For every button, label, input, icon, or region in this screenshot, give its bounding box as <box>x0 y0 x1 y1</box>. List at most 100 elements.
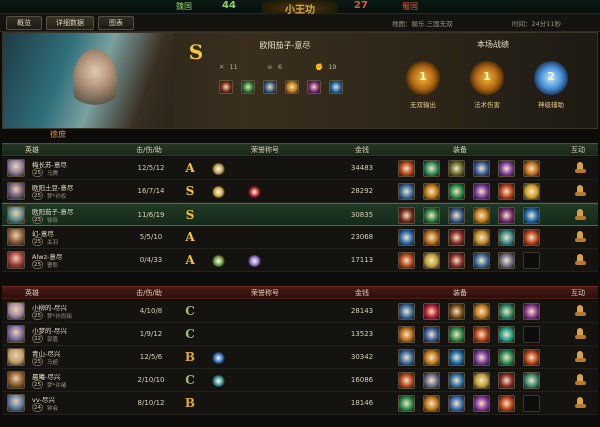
equipment-icon[interactable] <box>498 207 515 224</box>
equipment-icon[interactable] <box>448 326 465 343</box>
empty-slot[interactable] <box>523 252 540 269</box>
player-row[interactable]: 小梦的-尽兴 22 郭嘉 1/9/12 C 13523 <box>2 323 598 346</box>
equipment-icon[interactable] <box>398 207 415 224</box>
equipment-icon[interactable] <box>473 252 490 269</box>
equipment-icon[interactable] <box>219 80 233 94</box>
tab-overview[interactable]: 概览 <box>6 16 42 30</box>
thumbs-up-icon[interactable] <box>574 230 588 244</box>
thumbs-up-icon[interactable] <box>574 161 588 175</box>
equipment-icon[interactable] <box>498 326 515 343</box>
empty-slot[interactable] <box>523 395 540 412</box>
equipment-icon[interactable] <box>448 183 465 200</box>
equipment-icon[interactable] <box>398 326 415 343</box>
equipment-icon[interactable] <box>473 183 490 200</box>
thumbs-up-icon[interactable] <box>574 208 588 222</box>
col-gold: 金钱 <box>355 289 369 297</box>
equipment-icon[interactable] <box>448 252 465 269</box>
equipment-icon[interactable] <box>448 349 465 366</box>
thumbs-up-icon[interactable] <box>574 253 588 267</box>
equipment-icon[interactable] <box>498 349 515 366</box>
player-row[interactable]: 欧阳茄子-意尽 25 徐庶 11/6/19 S 30835 <box>2 203 598 226</box>
equipment-icon[interactable] <box>498 229 515 246</box>
thumbs-up-icon[interactable] <box>574 304 588 318</box>
thumbs-up-icon[interactable] <box>574 184 588 198</box>
equipment-icon[interactable] <box>423 229 440 246</box>
player-row[interactable]: 晨曦-尽兴 25 梦*许褚 2/10/10 C 16086 <box>2 369 598 392</box>
player-level: 25 <box>32 191 43 200</box>
equipment-icon[interactable] <box>473 326 490 343</box>
equipment-icon[interactable] <box>498 183 515 200</box>
equipment-icon[interactable] <box>523 160 540 177</box>
equipment-icon[interactable] <box>263 80 277 94</box>
equipment-icon[interactable] <box>473 372 490 389</box>
equipment-icon[interactable] <box>473 160 490 177</box>
equipment-icon[interactable] <box>423 395 440 412</box>
equipment-icon[interactable] <box>398 183 415 200</box>
thumbs-up-icon[interactable] <box>574 396 588 410</box>
equipment-icon[interactable] <box>398 372 415 389</box>
equipment-icon[interactable] <box>329 80 343 94</box>
equipment-icon[interactable] <box>448 229 465 246</box>
equipment-icon[interactable] <box>423 372 440 389</box>
player-row[interactable]: 梅长苏-意尽 25 马腾 12/5/12 A 34483 <box>2 157 598 180</box>
equipment-icon[interactable] <box>523 349 540 366</box>
thumbs-up-icon[interactable] <box>574 373 588 387</box>
equipment-icon[interactable] <box>398 252 415 269</box>
equipment-icon[interactable] <box>448 395 465 412</box>
equipment-icon[interactable] <box>423 349 440 366</box>
equipment-icon[interactable] <box>423 252 440 269</box>
equipment-icon[interactable] <box>448 372 465 389</box>
equipment-icon[interactable] <box>423 303 440 320</box>
equipment-icon[interactable] <box>423 207 440 224</box>
tab-detailed-data[interactable]: 详细数据 <box>46 16 94 30</box>
equipment-icon[interactable] <box>423 326 440 343</box>
equipment-icon[interactable] <box>473 395 490 412</box>
equipment-icon[interactable] <box>448 160 465 177</box>
player-row[interactable]: vv-尽兴 24 钟会 8/10/12 B 18146 <box>2 392 598 415</box>
equipment-icon[interactable] <box>473 207 490 224</box>
equipment-icon[interactable] <box>423 183 440 200</box>
player-row[interactable]: Alwz-意尽 25 曹彰 0/4/33 A 17113 <box>2 249 598 272</box>
featured-stat: ✕ 11 <box>219 61 238 73</box>
equipment-icon[interactable] <box>448 207 465 224</box>
equipment-icon[interactable] <box>473 303 490 320</box>
equipment-icon[interactable] <box>523 303 540 320</box>
equipment-icon[interactable] <box>398 303 415 320</box>
player-level: 25 <box>32 357 43 366</box>
achievement-badge: 2 神级辅助 <box>523 61 579 117</box>
equipment-icon[interactable] <box>523 207 540 224</box>
equipment-icon[interactable] <box>423 160 440 177</box>
tab-charts[interactable]: 图表 <box>98 16 134 30</box>
equipment-icon[interactable] <box>307 80 321 94</box>
equipment-icon[interactable] <box>473 349 490 366</box>
equipment-icon[interactable] <box>523 229 540 246</box>
honor-title-icon <box>212 352 225 364</box>
empty-slot[interactable] <box>523 326 540 343</box>
equipment-icon[interactable] <box>398 160 415 177</box>
player-row[interactable]: 小柳的-尽兴 25 梦*孙尚瑞 4/10/8 C 28143 <box>2 300 598 323</box>
equipment-icon[interactable] <box>398 395 415 412</box>
equipment-icon[interactable] <box>498 372 515 389</box>
equipment-icon[interactable] <box>241 80 255 94</box>
equipment-icon[interactable] <box>498 395 515 412</box>
achievement-badge: 1 法术伤害 <box>459 61 515 117</box>
equipment-icon[interactable] <box>523 372 540 389</box>
rank-medal-icon: 1 <box>470 61 504 95</box>
player-row[interactable]: 青山-尽兴 25 马超 12/5/6 B 30342 <box>2 346 598 369</box>
equipment-icon[interactable] <box>498 252 515 269</box>
equipment-icon[interactable] <box>285 80 299 94</box>
equipment-icon[interactable] <box>523 183 540 200</box>
player-row[interactable]: 欧阳土豆-意尽 25 梦*孙权 16/7/14 S 28292 <box>2 180 598 203</box>
equipment-icon[interactable] <box>398 349 415 366</box>
equipment-icon[interactable] <box>398 229 415 246</box>
grade-letter: S <box>185 184 195 198</box>
player-row[interactable]: 幻-意尽 25 关羽 5/5/10 A 23068 <box>2 226 598 249</box>
equipment-icon[interactable] <box>448 303 465 320</box>
thumbs-up-icon[interactable] <box>574 327 588 341</box>
equipment-icon[interactable] <box>498 303 515 320</box>
equipment-icon[interactable] <box>473 229 490 246</box>
equipment-icon[interactable] <box>498 160 515 177</box>
thumbs-up-icon[interactable] <box>574 350 588 364</box>
col-interact: 互动 <box>571 146 585 154</box>
player-level: 25 <box>32 215 43 224</box>
